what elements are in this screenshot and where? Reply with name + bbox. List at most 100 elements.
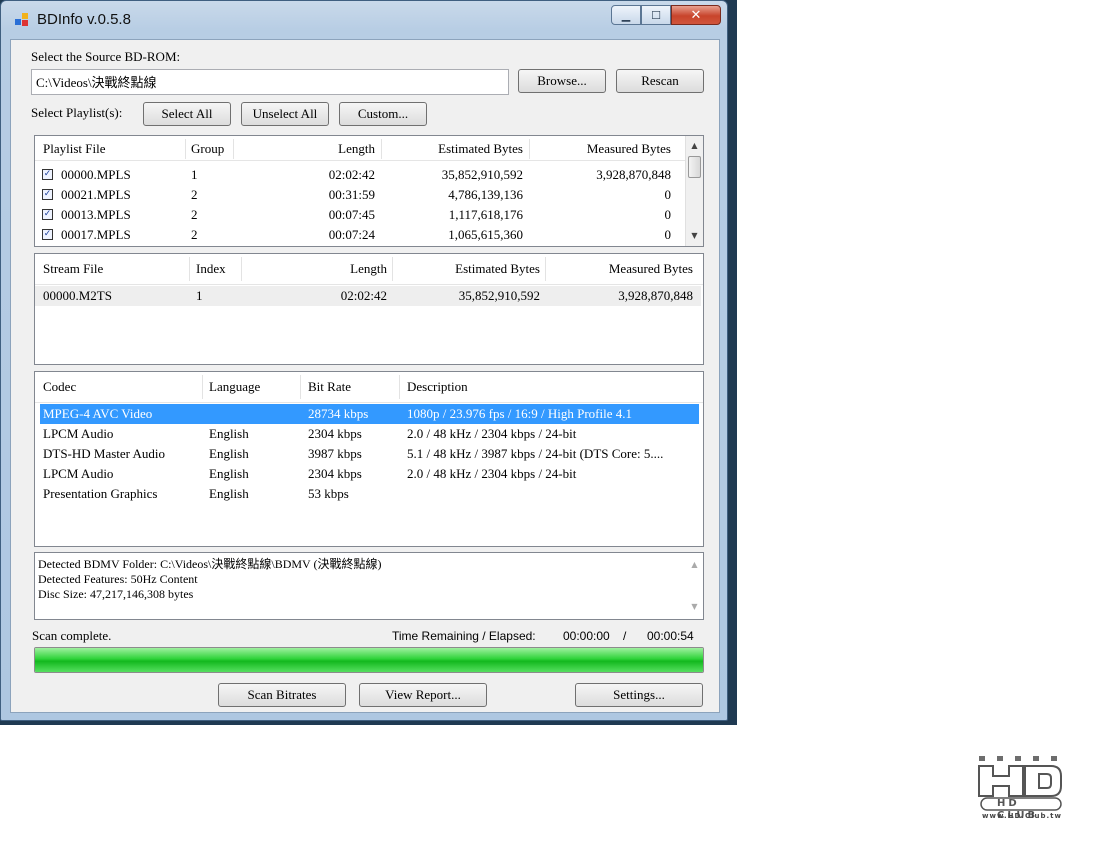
title-bar[interactable]: BDInfo v.0.5.8 ▁ ☐ ✕ [1,1,727,39]
playlist-file: 00017.MPLS [61,227,131,242]
playlist-estimated: 35,852,910,592 [441,167,523,182]
codec-bitrate: 3987 kbps [308,446,362,461]
codec-language: English [209,486,249,501]
stream-file: 00000.M2TS [43,288,112,303]
column-group[interactable]: Group [191,136,224,160]
playlist-estimated: 1,117,618,176 [448,207,523,222]
codec-bitrate: 28734 kbps [308,406,369,421]
client-area: Select the Source BD-ROM: C:\Videos\決戰終點… [10,39,720,713]
playlist-checkbox[interactable]: ✓ [42,209,53,220]
minimize-icon: ▁ [621,8,631,22]
playlist-length: 00:07:24 [328,227,375,242]
playlist-checkbox[interactable]: ✓ [42,189,53,200]
playlist-checkbox[interactable]: ✓ [42,229,53,240]
rescan-button[interactable]: Rescan [616,69,704,93]
codec-name: DTS-HD Master Audio [43,446,166,461]
playlist-row[interactable]: ✓ 00000.MPLS 1 02:02:42 35,852,910,592 3… [35,165,679,185]
settings-button[interactable]: Settings... [575,683,703,707]
playlist-group: 2 [191,207,198,222]
info-line-features: Detected Features: 50Hz Content [38,572,198,586]
progress-fill [35,648,703,672]
codec-list[interactable]: Codec Language Bit Rate Description MPEG… [34,371,704,547]
codec-description: 1080p / 23.976 fps / 16:9 / High Profile… [407,406,632,421]
playlist-group: 2 [191,227,198,242]
column-playlist-file[interactable]: Playlist File [43,136,105,160]
stream-header: Stream File Index Length Estimated Bytes… [35,254,703,285]
playlist-header: Playlist File Group Length Estimated Byt… [35,136,703,161]
info-scrollbar[interactable]: ▲ ▼ [686,553,703,619]
scroll-up-icon[interactable]: ▲ [686,138,703,154]
column-length[interactable]: Length [243,254,387,284]
column-bit-rate[interactable]: Bit Rate [308,372,351,402]
minimize-button[interactable]: ▁ [611,5,641,25]
scan-status: Scan complete. [32,628,112,643]
playlists-label: Select Playlist(s): [31,105,123,120]
codec-row[interactable]: MPEG-4 AVC Video 28734 kbps 1080p / 23.9… [40,404,699,424]
playlist-file: 00013.MPLS [61,207,131,222]
codec-bitrate: 53 kbps [308,486,349,501]
codec-name: LPCM Audio [43,426,114,441]
codec-bitrate: 2304 kbps [308,426,362,441]
codec-language: English [209,466,249,481]
column-measured-bytes[interactable]: Measured Bytes [531,136,671,160]
maximize-button[interactable]: ☐ [641,5,671,25]
column-description[interactable]: Description [407,372,468,402]
codec-name: LPCM Audio [43,466,114,481]
codec-row[interactable]: DTS-HD Master Audio English 3987 kbps 5.… [40,444,699,464]
hd-club-logo: HD CLUB www.HD.Club.tw [975,756,1067,824]
scroll-thumb[interactable] [688,156,701,178]
stream-index: 1 [196,288,203,303]
custom-button[interactable]: Custom... [339,102,427,126]
playlist-measured: 0 [664,187,672,202]
window-title: BDInfo v.0.5.8 [37,11,131,28]
playlist-estimated: 1,065,615,360 [448,227,523,242]
scroll-up-icon[interactable]: ▲ [686,557,703,573]
scan-bitrates-button[interactable]: Scan Bitrates [218,683,346,707]
source-label: Select the Source BD-ROM: [31,49,181,64]
time-remaining: 00:00:00 [563,629,610,643]
playlist-scrollbar[interactable]: ▲ ▼ [685,136,703,246]
close-button[interactable]: ✕ [671,5,721,25]
column-estimated-bytes[interactable]: Estimated Bytes [383,136,523,160]
codec-name: Presentation Graphics [43,486,158,501]
playlist-row[interactable]: ✓ 00017.MPLS 2 00:07:24 1,065,615,360 0 [35,225,679,245]
stream-row[interactable]: 00000.M2TS 1 02:02:42 35,852,910,592 3,9… [35,286,701,306]
column-codec[interactable]: Codec [43,372,76,402]
codec-row[interactable]: Presentation Graphics English 53 kbps [40,484,699,504]
codec-language: English [209,446,249,461]
playlist-list[interactable]: Playlist File Group Length Estimated Byt… [34,135,704,247]
column-language[interactable]: Language [209,372,260,402]
playlist-group: 2 [191,187,198,202]
info-line-disc-size: Disc Size: 47,217,146,308 bytes [38,587,194,601]
playlist-estimated: 4,786,139,136 [448,187,523,202]
playlist-length: 02:02:42 [328,167,375,182]
unselect-all-button[interactable]: Unselect All [241,102,329,126]
column-length[interactable]: Length [235,136,375,160]
codec-row[interactable]: LPCM Audio English 2304 kbps 2.0 / 48 kH… [40,424,699,444]
stream-list[interactable]: Stream File Index Length Estimated Bytes… [34,253,704,365]
playlist-checkbox[interactable]: ✓ [42,169,53,180]
playlist-row[interactable]: ✓ 00021.MPLS 2 00:31:59 4,786,139,136 0 [35,185,679,205]
codec-description: 5.1 / 48 kHz / 3987 kbps / 24-bit (DTS C… [407,446,664,461]
column-measured-bytes[interactable]: Measured Bytes [547,254,693,284]
column-estimated-bytes[interactable]: Estimated Bytes [394,254,540,284]
scan-progress-bar [34,647,704,673]
time-separator: / [623,629,627,643]
column-stream-file[interactable]: Stream File [43,254,103,284]
logo-url: www.HD.Club.tw [982,812,1062,820]
view-report-button[interactable]: View Report... [359,683,487,707]
codec-row[interactable]: LPCM Audio English 2304 kbps 2.0 / 48 kH… [40,464,699,484]
column-index[interactable]: Index [196,254,226,284]
scroll-down-icon[interactable]: ▼ [686,228,703,244]
disc-info-textbox[interactable]: Detected BDMV Folder: C:\Videos\決戰終點線\BD… [34,552,704,620]
playlist-measured: 0 [664,227,672,242]
stream-estimated: 35,852,910,592 [458,288,540,303]
time-elapsed: 00:00:54 [647,629,694,643]
scroll-down-icon[interactable]: ▼ [686,599,703,615]
codec-description: 2.0 / 48 kHz / 2304 kbps / 24-bit [407,466,577,481]
select-all-button[interactable]: Select All [143,102,231,126]
source-path-input[interactable]: C:\Videos\決戰終點線 [31,69,509,95]
codec-language: English [209,426,249,441]
browse-button[interactable]: Browse... [518,69,606,93]
playlist-row[interactable]: ✓ 00013.MPLS 2 00:07:45 1,117,618,176 0 [35,205,679,225]
